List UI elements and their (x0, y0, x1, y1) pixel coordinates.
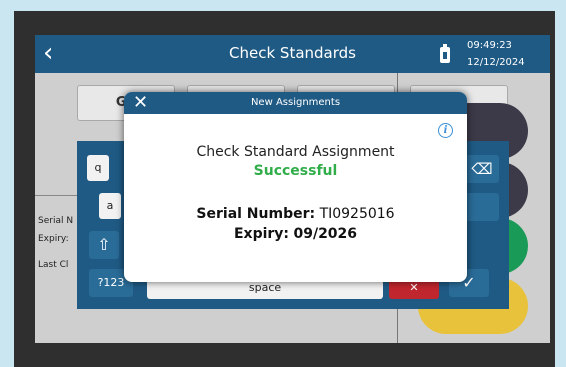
key-q[interactable]: q (87, 155, 109, 181)
battery-charging-icon (440, 44, 450, 63)
shift-key-icon[interactable]: ⇧ (89, 231, 119, 259)
expiry-value: 09/2026 (293, 226, 358, 242)
status-text: Successful (253, 163, 338, 179)
expiry-label: Expiry: (38, 234, 69, 244)
assignment-message: Check Standard Assignment (196, 144, 395, 160)
last-check-label: Last Cl (38, 260, 69, 270)
expiry-label: Expiry: (233, 226, 290, 242)
top-bar: ‹ Check Standards 09:49:23 12/12/2024 (35, 35, 550, 73)
key-a[interactable]: a (99, 193, 121, 219)
serial-number-row: Serial Number: TI0925016 (124, 206, 467, 222)
time-text: 09:49:23 (467, 40, 512, 51)
serial-number-value: TI0925016 (319, 206, 395, 222)
expiry-row: Expiry: 09/2026 (124, 226, 467, 242)
serial-label: Serial N (38, 216, 74, 226)
date-text: 12/12/2024 (467, 57, 525, 68)
clock: 09:49:23 12/12/2024 (467, 37, 525, 71)
assignment-dialog: ✕ New Assignments i Check Standard Assig… (124, 92, 467, 282)
dialog-header: ✕ New Assignments (124, 92, 467, 114)
keyboard-key[interactable] (465, 193, 499, 221)
serial-number-label: Serial Number: (196, 206, 316, 222)
dialog-title: New Assignments (250, 97, 341, 108)
backspace-key-icon[interactable]: ⌫ (465, 155, 499, 183)
info-icon[interactable]: i (438, 123, 453, 138)
